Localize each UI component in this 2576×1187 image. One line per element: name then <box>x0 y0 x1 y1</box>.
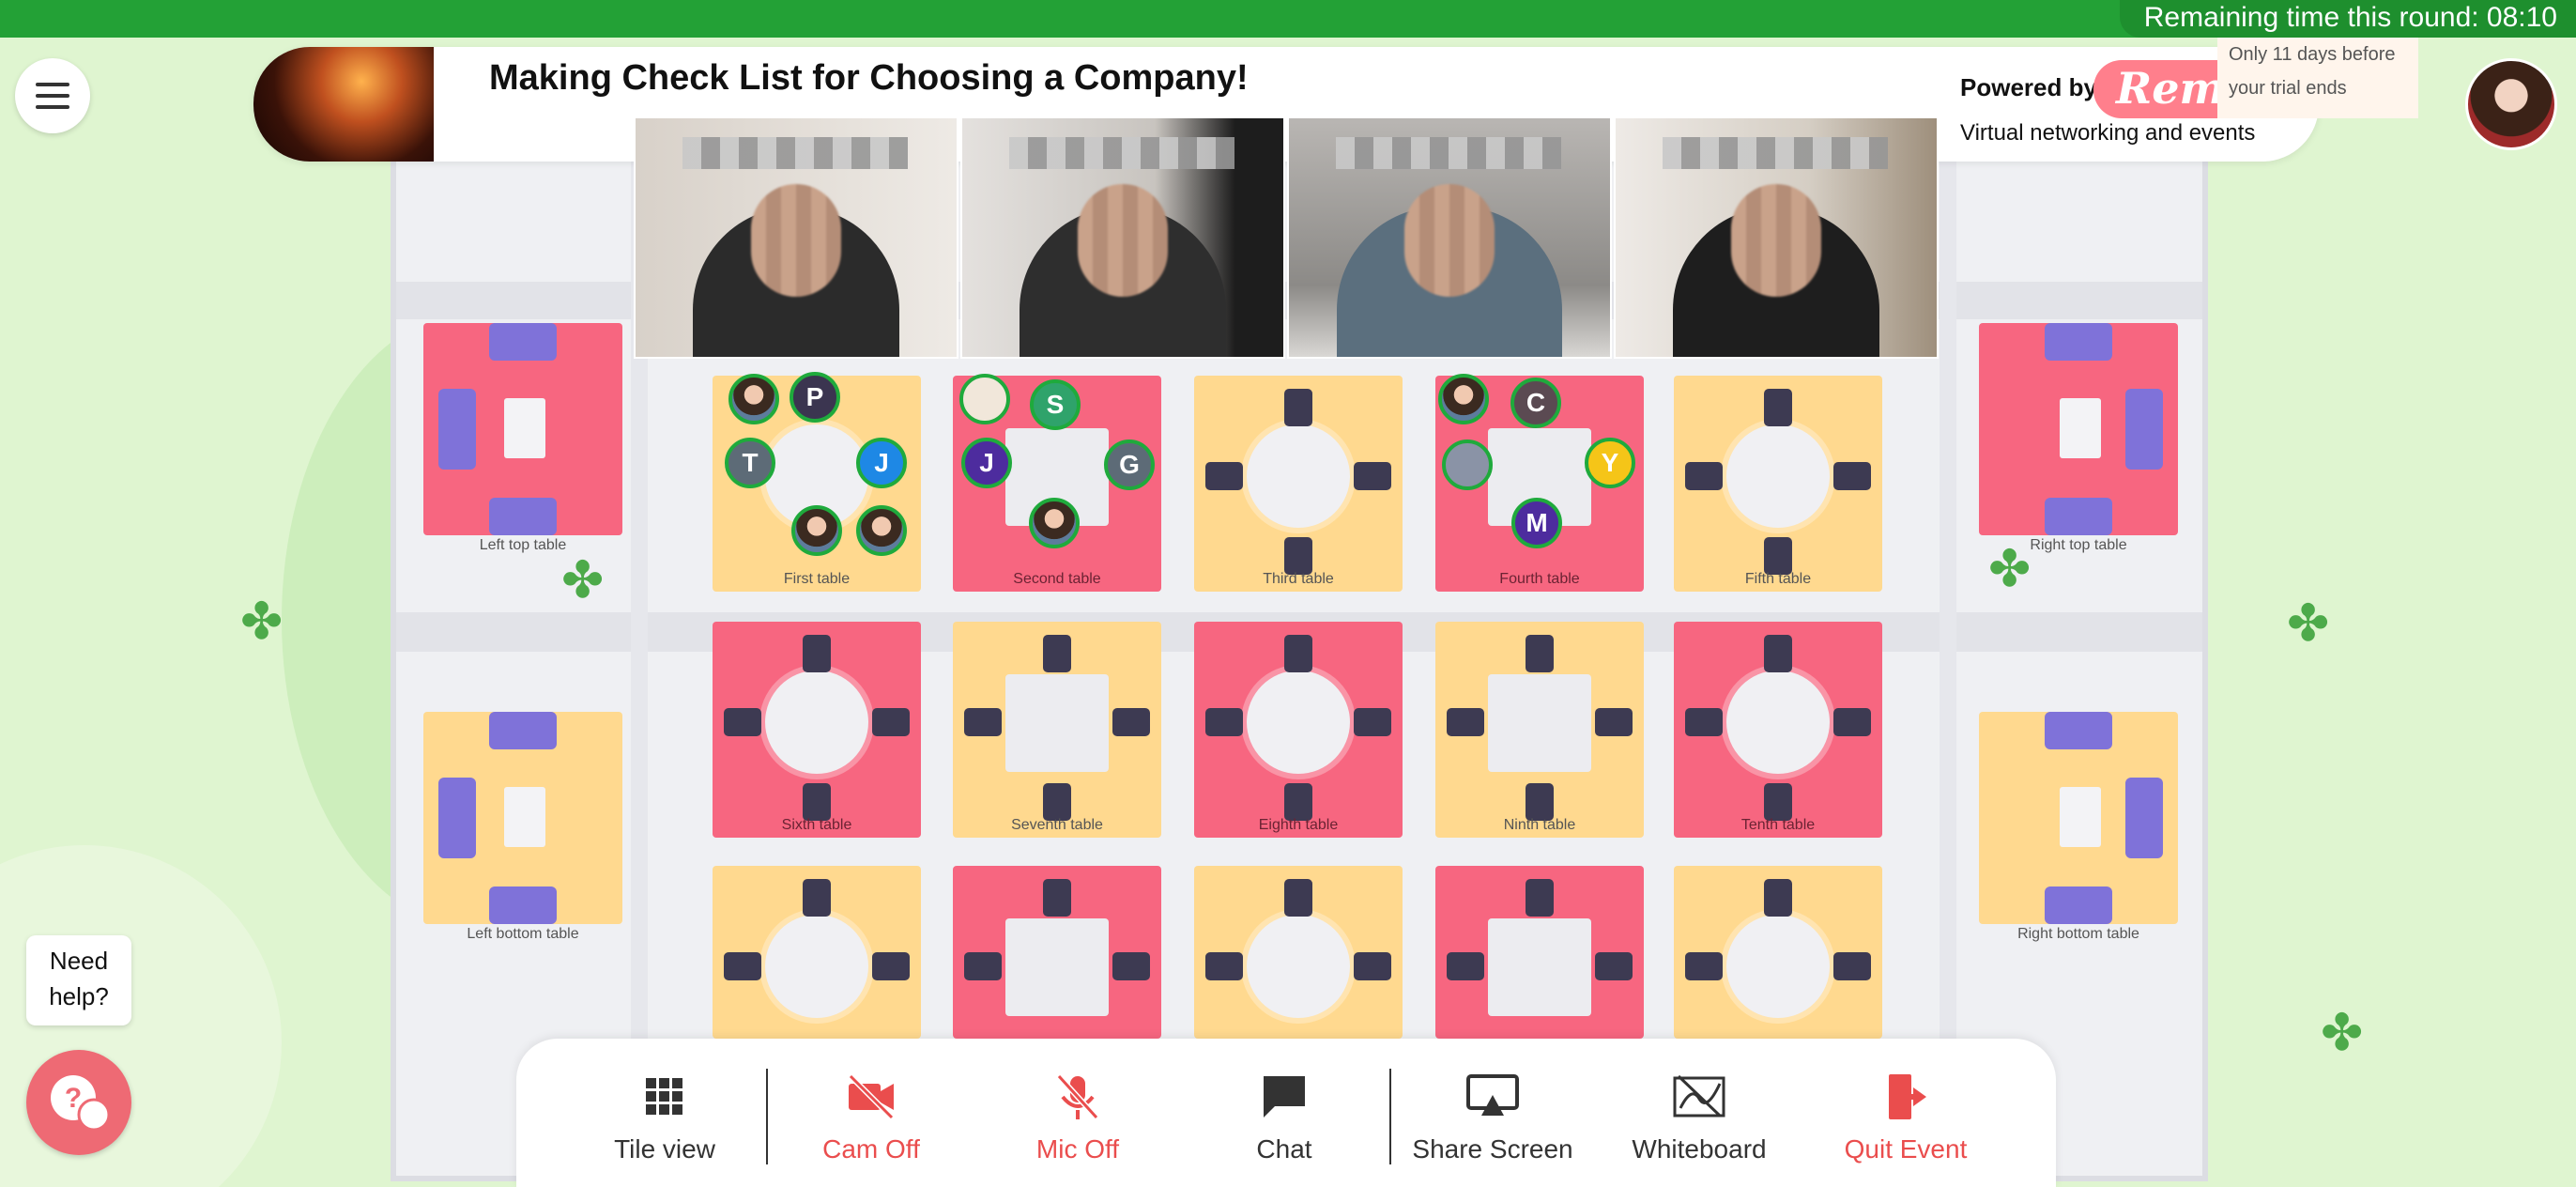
video-tile[interactable] <box>960 116 1285 359</box>
table-label: Ninth table <box>1503 817 1576 833</box>
mic-off-button[interactable]: Mic Off <box>984 1039 1172 1187</box>
table-label: Eighth table <box>1258 817 1339 833</box>
hamburger-icon <box>36 83 69 86</box>
table-label: Seventh table <box>1011 817 1103 833</box>
exit-icon <box>1889 1074 1926 1119</box>
participant-avatar[interactable] <box>791 505 842 556</box>
round-timer: Remaining time this round: 08:10 <box>2119 0 2576 38</box>
blurred-face <box>1731 184 1821 297</box>
help-icon: ? <box>51 1075 111 1132</box>
participant-avatar[interactable]: J <box>856 438 907 488</box>
tenth-table[interactable]: Tenth table <box>1674 622 1882 838</box>
table-label: Third table <box>1263 571 1334 587</box>
screen-share-icon <box>1466 1074 1519 1116</box>
menu-button[interactable] <box>15 58 90 133</box>
cam-off-button[interactable]: Cam Off <box>777 1039 965 1187</box>
leaf-decoration: ✤ <box>240 594 284 650</box>
tile-view-button[interactable]: Tile view <box>571 1039 759 1187</box>
participant-avatar[interactable]: T <box>725 438 775 488</box>
participant-avatar[interactable] <box>1029 498 1080 548</box>
table-label: Fifth table <box>1744 571 1812 587</box>
lounge-left-bottom[interactable] <box>423 712 622 924</box>
participant-avatar[interactable]: J <box>961 438 1012 488</box>
table-label: First table <box>783 571 851 587</box>
lounge-right-top[interactable] <box>1979 323 2178 535</box>
toolbar-divider <box>766 1069 768 1164</box>
powered-by-label: Powered by <box>1960 73 2097 101</box>
lounge-right-bottom[interactable] <box>1979 712 2178 924</box>
table-label: Tenth table <box>1740 817 1816 833</box>
third-table[interactable]: Third table <box>1194 376 1403 592</box>
aisle <box>1940 158 1956 1181</box>
leaf-decoration: ✤ <box>1988 541 2032 597</box>
participant-avatar[interactable]: C <box>1510 378 1561 428</box>
participant-avatar[interactable]: M <box>1511 498 1562 548</box>
table-row3-1[interactable] <box>713 866 921 1039</box>
table-row3-4[interactable] <box>1435 866 1644 1039</box>
chat-button[interactable]: Chat <box>1190 1039 1378 1187</box>
blurred-face <box>751 184 841 297</box>
table-row3-3[interactable] <box>1194 866 1403 1039</box>
participant-avatar[interactable]: Y <box>1585 438 1635 488</box>
user-avatar[interactable] <box>2465 58 2557 150</box>
share-screen-button[interactable]: Share Screen <box>1399 1039 1587 1187</box>
participant-avatar[interactable]: S <box>1030 379 1081 430</box>
tagline: Virtual networking and events <box>1960 120 2256 146</box>
trial-notice: Only 11 days before your trial ends <box>2217 38 2418 118</box>
bottom-toolbar: Tile view Cam Off Mic Off Chat Share Scr… <box>516 1039 2056 1187</box>
leaf-decoration: ✤ <box>561 552 605 609</box>
leaf-decoration: ✤ <box>2287 595 2330 652</box>
lounge-left-top[interactable] <box>423 323 622 535</box>
participant-avatar[interactable] <box>1438 374 1489 424</box>
participant-avatar[interactable]: P <box>790 372 840 423</box>
need-help-tooltip: Need help? <box>26 935 131 1025</box>
table-label: Fourth table <box>1499 571 1580 587</box>
eighth-table[interactable]: Eighth table <box>1194 622 1403 838</box>
participant-avatar[interactable] <box>1442 439 1493 490</box>
participant-avatar[interactable] <box>959 374 1010 424</box>
table-label: Sixth table <box>781 817 852 833</box>
video-tile[interactable] <box>634 116 958 359</box>
mic-off-icon <box>1056 1073 1099 1120</box>
quit-event-button[interactable]: Quit Event <box>1812 1039 2000 1187</box>
video-tile[interactable] <box>1614 116 1939 359</box>
remo-logo[interactable]: Rem <box>2093 60 2234 118</box>
participant-avatar[interactable]: G <box>1104 439 1155 490</box>
help-button[interactable]: ? <box>26 1050 131 1155</box>
seventh-table[interactable]: Seventh table <box>953 622 1161 838</box>
video-tile[interactable] <box>1287 116 1612 359</box>
table-label: Left bottom table <box>467 926 579 942</box>
toolbar-divider <box>1389 1069 1391 1164</box>
table-label: Right bottom table <box>2017 926 2139 942</box>
ninth-table[interactable]: Ninth table <box>1435 622 1644 838</box>
chat-icon <box>1264 1076 1305 1118</box>
leaf-decoration: ✤ <box>2321 1005 2364 1061</box>
table-row3-5[interactable] <box>1674 866 1882 1039</box>
event-title: Making Check List for Choosing a Company… <box>489 58 1249 98</box>
camera-off-icon <box>848 1073 895 1120</box>
whiteboard-button[interactable]: Whiteboard <box>1605 1039 1793 1187</box>
whiteboard-icon <box>1673 1074 1725 1118</box>
grid-icon <box>646 1078 682 1115</box>
event-banner-image <box>253 47 434 162</box>
sixth-table[interactable]: Sixth table <box>713 622 921 838</box>
fifth-table[interactable]: Fifth table <box>1674 376 1882 592</box>
table-label: Second table <box>1013 571 1101 587</box>
table-row3-2[interactable] <box>953 866 1161 1039</box>
blurred-face <box>1078 184 1168 297</box>
blurred-face <box>1404 184 1495 297</box>
participant-avatar[interactable] <box>856 505 907 556</box>
participant-avatar[interactable] <box>728 374 779 424</box>
